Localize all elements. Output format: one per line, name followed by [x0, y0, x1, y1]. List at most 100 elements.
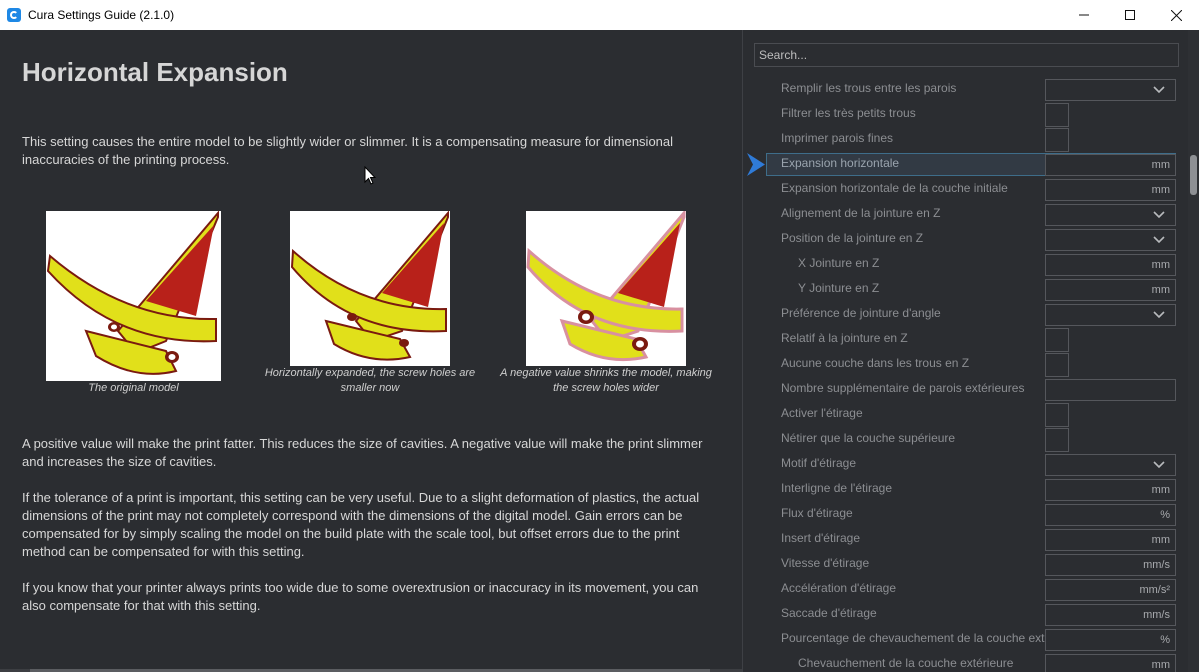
figure-expanded: Horizontally expanded, the screw holes a… [264, 211, 476, 396]
unit-label: mm [1151, 184, 1170, 196]
paragraph: If you know that your printer always pri… [22, 580, 699, 613]
search-input[interactable]: Search... [754, 43, 1179, 67]
setting-row[interactable]: X Jointure en Z mm [743, 252, 1183, 277]
setting-value-field[interactable]: mm [1045, 479, 1176, 501]
unit-label: mm [1151, 259, 1170, 271]
setting-row[interactable]: Imprimer parois fines [743, 127, 1183, 152]
setting-row[interactable]: Interligne de l'étirage mm [743, 477, 1183, 502]
setting-value-field[interactable]: % [1045, 504, 1176, 526]
setting-row[interactable]: Accélération d'étirage mm/s² [743, 577, 1183, 602]
setting-row[interactable]: Relatif à la jointure en Z [743, 327, 1183, 352]
unit-label: mm [1151, 159, 1170, 171]
chevron-down-icon [1153, 83, 1165, 102]
maximize-button[interactable] [1107, 0, 1153, 30]
setting-checkbox[interactable] [1045, 103, 1069, 127]
setting-value-field[interactable]: mm [1045, 529, 1176, 551]
setting-row[interactable]: Remplir les trous entre les parois [743, 77, 1183, 102]
setting-checkbox[interactable] [1045, 428, 1069, 452]
setting-row[interactable]: Position de la jointure en Z [743, 227, 1183, 252]
setting-value-field[interactable]: mm/s [1045, 604, 1176, 626]
setting-row[interactable]: Nombre supplémentaire de parois extérieu… [743, 377, 1183, 402]
mouse-cursor-icon [364, 165, 377, 190]
setting-label: Alignement de la jointure en Z [781, 206, 941, 220]
setting-value-field[interactable]: mm [1045, 179, 1176, 201]
cura-app-icon [7, 8, 21, 22]
setting-value-field[interactable]: mm [1045, 154, 1176, 176]
setting-label: Filtrer les très petits trous [781, 106, 916, 120]
setting-checkbox[interactable] [1045, 328, 1069, 352]
setting-row[interactable]: Filtrer les très petits trous [743, 102, 1183, 127]
setting-row[interactable]: Préférence de jointure d'angle [743, 302, 1183, 327]
setting-value-field[interactable] [1045, 379, 1176, 401]
setting-label: Imprimer parois fines [781, 131, 894, 145]
setting-label: Saccade d'étirage [781, 606, 877, 620]
setting-row[interactable]: Flux d'étirage% [743, 502, 1183, 527]
minimize-button[interactable] [1061, 0, 1107, 30]
negative-model-image [526, 211, 686, 366]
setting-value-field[interactable]: mm/s² [1045, 579, 1176, 601]
setting-label: Préférence de jointure d'angle [781, 306, 941, 320]
unit-label: mm [1151, 534, 1170, 546]
setting-dropdown[interactable] [1045, 79, 1176, 101]
setting-row[interactable]: Vitesse d'étirage mm/s [743, 552, 1183, 577]
unit-label: mm [1151, 484, 1170, 496]
figure-original: The original model [46, 211, 221, 396]
figure-negative: A negative value shrinks the model, maki… [498, 211, 714, 396]
setting-checkbox[interactable] [1045, 353, 1069, 377]
setting-row[interactable]: Alignement de la jointure en Z [743, 202, 1183, 227]
setting-value-field[interactable]: mm [1045, 654, 1176, 672]
paragraph: If the tolerance of a print is important… [22, 490, 700, 559]
setting-value-field[interactable]: mm [1045, 279, 1176, 301]
setting-value-field[interactable]: mm/s [1045, 554, 1176, 576]
setting-dropdown[interactable] [1045, 454, 1176, 476]
setting-row[interactable]: Y Jointure en Z mm [743, 277, 1183, 302]
paragraph: A positive value will make the print fat… [22, 436, 703, 469]
setting-row[interactable]: Saccade d'étirage mm/s [743, 602, 1183, 627]
setting-dropdown[interactable] [1045, 229, 1176, 251]
chevron-down-icon [1153, 233, 1165, 252]
setting-value-field[interactable]: % [1045, 629, 1176, 651]
setting-row[interactable]: Chevauchement de la couche extérieure mm [743, 652, 1183, 672]
scrollbar-thumb[interactable] [1190, 155, 1197, 195]
setting-label: Insert d'étirage [781, 531, 861, 545]
unit-label: mm/s [1143, 609, 1170, 621]
close-icon [1170, 9, 1182, 21]
figure-caption: Horizontally expanded, the screw holes a… [264, 367, 476, 394]
close-button[interactable] [1153, 0, 1199, 30]
minimize-icon [1079, 14, 1089, 16]
setting-row[interactable]: Pourcentage de chevauchement de la couch… [743, 627, 1183, 652]
setting-value-field[interactable]: mm [1045, 254, 1176, 276]
setting-label: Chevauchement de la couche extérieure [798, 656, 1014, 670]
setting-label: Expansion horizontale [781, 156, 900, 170]
page-title: Horizontal Expansion [22, 57, 288, 87]
setting-label: Activer l'étirage [781, 406, 863, 420]
setting-checkbox[interactable] [1045, 128, 1069, 152]
setting-label: Y Jointure en Z [798, 281, 880, 295]
setting-row[interactable]: Insert d'étirage mm [743, 527, 1183, 552]
unit-label: mm/s [1143, 559, 1170, 571]
chevron-down-icon [1153, 458, 1165, 477]
setting-label: Nétirer que la couche supérieure [781, 431, 956, 445]
setting-label: Aucune couche dans les trous en Z [781, 356, 970, 370]
original-model-image [46, 211, 221, 381]
setting-label: Expansion horizontale de la couche initi… [781, 181, 1008, 195]
setting-dropdown[interactable] [1045, 304, 1176, 326]
setting-row[interactable]: Aucune couche dans les trous en Z [743, 352, 1183, 377]
setting-row[interactable]: Expansion horizontale mm [743, 152, 1183, 177]
setting-row[interactable]: Nétirer que la couche supérieure [743, 427, 1183, 452]
setting-label: Interligne de l'étirage [781, 481, 893, 495]
setting-row[interactable]: Motif d'étirage [743, 452, 1183, 477]
vertical-scrollbar[interactable] [1188, 30, 1199, 672]
setting-label: Accélération d'étirage [781, 581, 897, 595]
setting-label: Pourcentage de chevauchement de la couch… [781, 631, 1056, 645]
settings-sidebar: Search... Remplir les trous entre les pa… [743, 30, 1199, 672]
setting-checkbox[interactable] [1045, 403, 1069, 427]
chevron-down-icon [1153, 308, 1165, 327]
setting-row[interactable]: Expansion horizontale de la couche initi… [743, 177, 1183, 202]
guide-content: Horizontal Expansion This setting causes… [0, 30, 742, 672]
title-bar: Cura Settings Guide (2.1.0) [0, 0, 1199, 30]
unit-label: mm/s² [1139, 584, 1170, 596]
chevron-down-icon [1153, 208, 1165, 227]
setting-dropdown[interactable] [1045, 204, 1176, 226]
setting-row[interactable]: Activer l'étirage [743, 402, 1183, 427]
